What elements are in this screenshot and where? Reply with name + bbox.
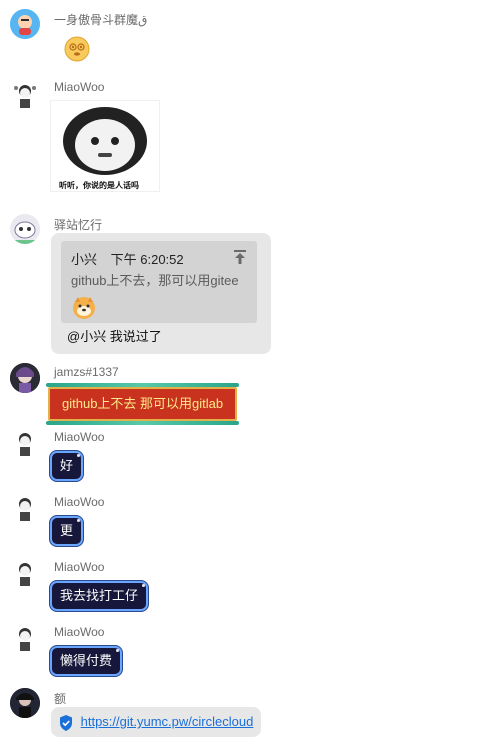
- user-avatar[interactable]: [10, 623, 40, 653]
- message-text: github上不去 那可以用gitlab: [62, 396, 224, 411]
- bubble-frame-decoration: [46, 383, 240, 387]
- message-bubble[interactable]: 我去找打工仔: [50, 581, 149, 611]
- reply-bubble[interactable]: 小兴 下午 6:20:52 github上不去，那可以用gitee @小兴 我说…: [51, 233, 271, 354]
- message-text: 我去找打工仔: [60, 588, 139, 603]
- sender-name: MiaoWoo: [54, 80, 105, 94]
- user-avatar[interactable]: [10, 80, 40, 110]
- quoted-text: github上不去，那可以用gitee: [71, 273, 239, 288]
- user-avatar[interactable]: [10, 558, 40, 588]
- message-bubble[interactable]: 更: [50, 516, 84, 546]
- message-text: 懒得付费: [60, 653, 113, 668]
- user-avatar[interactable]: [10, 363, 40, 393]
- jump-to-message-icon[interactable]: [233, 249, 247, 270]
- quoted-author: 小兴: [71, 252, 98, 267]
- dog-face-icon: [71, 294, 97, 325]
- avatar-image: [10, 493, 40, 523]
- avatar-image: [10, 363, 40, 393]
- avatar-image: [10, 9, 40, 39]
- avatar-image: [10, 428, 40, 458]
- avatar-image: [10, 623, 40, 653]
- sticker-image[interactable]: 听听，你说的是人话吗: [50, 100, 160, 192]
- message-text: @小兴 我说过了: [67, 329, 162, 344]
- user-avatar[interactable]: [10, 428, 40, 458]
- sender-name: jamzs#1337: [54, 365, 119, 379]
- message-text: 好: [60, 458, 74, 473]
- message-text: 更: [60, 523, 74, 538]
- link-bubble[interactable]: https://git.yumc.pw/circlecloud: [51, 707, 262, 737]
- security-shield-icon: [59, 714, 73, 731]
- sender-name: 额: [54, 692, 67, 706]
- avatar-image: [10, 80, 40, 110]
- sender-name: MiaoWoo: [54, 495, 105, 509]
- user-avatar[interactable]: [10, 688, 40, 718]
- message-bubble[interactable]: 好: [50, 451, 84, 481]
- user-avatar[interactable]: [10, 214, 40, 244]
- sender-name: 驿站忆行: [54, 218, 103, 232]
- dizzy-face-icon: [64, 36, 90, 67]
- message-bubble[interactable]: 懒得付费: [50, 646, 123, 676]
- avatar-image: [10, 214, 40, 244]
- sender-name: MiaoWoo: [54, 560, 105, 574]
- avatar-image: [10, 688, 40, 718]
- panda-face-icon: [51, 101, 159, 191]
- sticker-caption: 听听，你说的是人话吗: [59, 181, 139, 190]
- quoted-message[interactable]: 小兴 下午 6:20:52 github上不去，那可以用gitee: [61, 241, 257, 323]
- user-avatar[interactable]: [10, 9, 40, 39]
- message-link[interactable]: https://git.yumc.pw/circlecloud: [81, 714, 254, 729]
- user-avatar[interactable]: [10, 493, 40, 523]
- sender-name: MiaoWoo: [54, 625, 105, 639]
- sender-name: 一身傲骨斗群魔ق: [54, 13, 148, 27]
- avatar-image: [10, 558, 40, 588]
- bubble-frame-decoration: [46, 421, 240, 425]
- message-bubble[interactable]: github上不去 那可以用gitlab: [46, 383, 240, 425]
- sender-name: MiaoWoo: [54, 430, 105, 444]
- quoted-time: 下午 6:20:52: [110, 252, 184, 267]
